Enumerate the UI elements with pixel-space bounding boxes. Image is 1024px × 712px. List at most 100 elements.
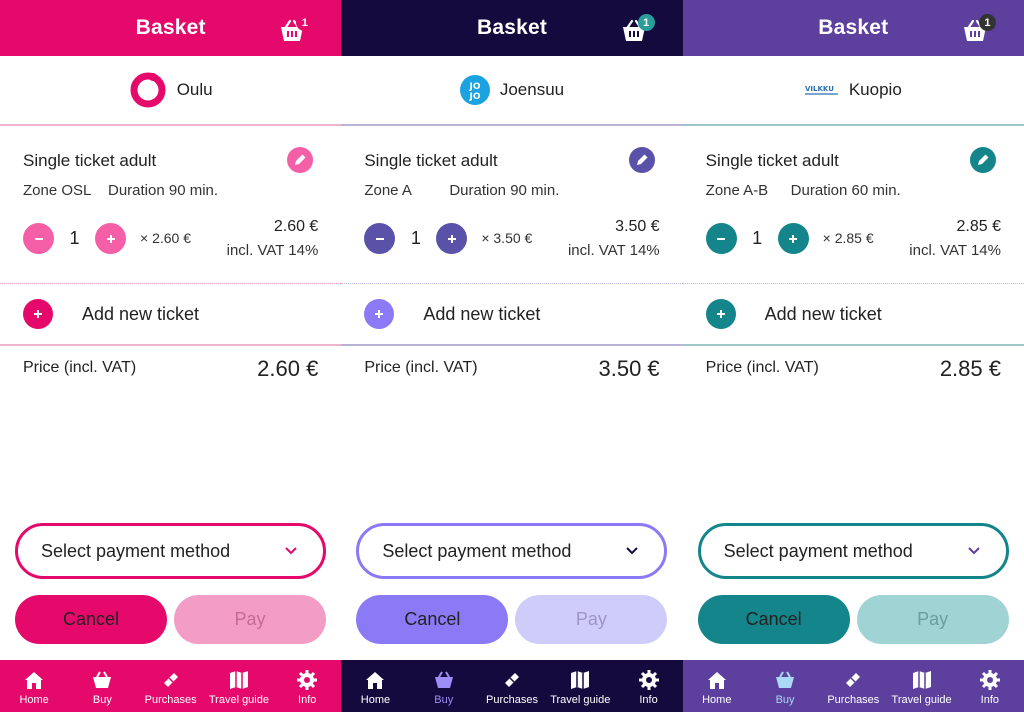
tab-home[interactable]: Home [341, 660, 409, 712]
edit-ticket-button[interactable] [628, 147, 655, 173]
quantity-value: 1 [410, 228, 421, 248]
edit-ticket-button[interactable] [287, 147, 314, 173]
cancel-button[interactable]: Cancel [15, 595, 167, 644]
gear-icon [297, 670, 318, 690]
pay-label: Pay [917, 609, 949, 629]
line-price: 3.50 € [615, 218, 660, 235]
add-ticket-row[interactable]: Add new ticket [341, 284, 683, 346]
gear-icon [638, 670, 659, 690]
total-price: 2.85 € [939, 356, 1001, 381]
price-label: Price (incl. VAT) [23, 359, 137, 376]
quantity-value: 1 [69, 228, 80, 248]
chevron-down-icon [285, 547, 297, 555]
increase-quantity-button[interactable] [436, 223, 468, 254]
ticket-duration: Duration 90 min. [449, 182, 560, 199]
tab-info[interactable]: Info [614, 660, 682, 712]
total-price-row: Price (incl. VAT) 2.60 € [23, 356, 318, 386]
ticket-zone: Zone A-B [705, 182, 769, 199]
plus-icon [789, 234, 798, 243]
decrease-quantity-button[interactable] [364, 223, 396, 254]
basket-button[interactable]: 1 [962, 14, 996, 44]
payment-method-select[interactable]: Select payment method [15, 523, 326, 579]
pay-button[interactable]: Pay [515, 595, 668, 644]
basket-count-badge: 1 [296, 14, 314, 31]
tab-buy[interactable]: Buy [751, 660, 819, 712]
svg-text:VILKKU: VILKKU [805, 85, 834, 93]
increase-quantity-button[interactable] [95, 223, 126, 254]
basket-count-badge: 1 [637, 14, 655, 31]
tab-label: Purchases [144, 694, 197, 706]
decrease-quantity-button[interactable] [705, 223, 737, 254]
basket-button[interactable]: 1 [621, 14, 655, 44]
pay-button[interactable]: Pay [174, 595, 326, 644]
ticket-zone: Zone OSL [23, 182, 92, 199]
map-icon [229, 671, 248, 689]
add-ticket-button[interactable] [23, 299, 53, 329]
basket-button[interactable]: 1 [279, 14, 314, 44]
plus-icon [375, 310, 384, 318]
add-ticket-button[interactable] [705, 299, 736, 329]
tab-travel-guide[interactable]: Travel guide [205, 660, 273, 712]
cancel-button[interactable]: Cancel [697, 595, 850, 644]
total-price: 2.60 € [257, 356, 319, 381]
map-icon [571, 671, 590, 689]
plus-icon [447, 234, 456, 243]
cancel-label: Cancel [745, 609, 802, 629]
increase-quantity-button[interactable] [777, 223, 809, 254]
ticket-icon [504, 673, 519, 687]
ticket-item: Single ticket adult Zone A Duration 90 m… [341, 126, 683, 284]
total-price-row: Price (incl. VAT) 2.85 € [706, 356, 1001, 386]
plus-icon [34, 310, 42, 318]
pay-button[interactable]: Pay [856, 595, 1009, 644]
minus-icon [375, 237, 384, 240]
tab-home[interactable]: Home [683, 660, 751, 712]
tab-travel-guide[interactable]: Travel guide [887, 660, 955, 712]
svg-text:JO: JO [468, 82, 480, 92]
tab-buy[interactable]: Buy [68, 660, 136, 712]
chevron-down-icon [967, 547, 980, 555]
home-icon [366, 672, 385, 689]
add-ticket-button[interactable] [364, 299, 395, 329]
price-label: Price (incl. VAT) [705, 359, 819, 376]
city-name: Joensuu [499, 80, 565, 99]
cancel-button[interactable]: Cancel [356, 595, 509, 644]
tab-info[interactable]: Info [273, 660, 341, 712]
tab-label: Buy [434, 694, 454, 706]
bottom-tab-bar: Home Buy Purchases Travel guide Info [682, 660, 1024, 712]
pay-label: Pay [234, 609, 266, 629]
bottom-tab-bar: Home Buy Purchases Travel guide Info [0, 660, 342, 712]
payment-method-select[interactable]: Select payment method [697, 523, 1009, 579]
line-price: 2.85 € [956, 218, 1001, 235]
tab-info[interactable]: Info [956, 660, 1024, 712]
quantity-value: 1 [752, 228, 763, 248]
payment-method-label: Select payment method [382, 540, 572, 561]
operator-row: JO JO Joensuu [341, 56, 683, 126]
add-ticket-row[interactable]: Add new ticket [0, 284, 342, 346]
tab-travel-guide[interactable]: Travel guide [546, 660, 614, 712]
ticket-name: Single ticket adult [705, 151, 839, 170]
quantity-stepper: 1 [364, 223, 468, 254]
total-price-row: Price (incl. VAT) 3.50 € [364, 356, 659, 386]
tab-label: Info [980, 694, 1000, 706]
city-name: Oulu [176, 80, 213, 99]
payment-method-select[interactable]: Select payment method [356, 523, 668, 579]
tab-purchases[interactable]: Purchases [478, 660, 546, 712]
add-ticket-row[interactable]: Add new ticket [682, 284, 1024, 346]
cancel-label: Cancel [62, 609, 120, 629]
edit-ticket-button[interactable] [969, 147, 996, 173]
basket-panel-oulu: Basket 1 Oulu Single ticket adult Zone O… [0, 0, 342, 712]
tab-label: Travel guide [891, 694, 952, 706]
operator-row: VILKKU Kuopio [682, 56, 1024, 126]
pencil-icon [977, 154, 989, 165]
decrease-quantity-button[interactable] [23, 223, 54, 254]
ticket-duration: Duration 90 min. [108, 182, 219, 199]
basket-panel-joensuu: Basket 1 JO JO Joensuu Single ticket adul… [341, 0, 683, 712]
tab-purchases[interactable]: Purchases [819, 660, 887, 712]
cancel-label: Cancel [404, 609, 461, 629]
tab-home[interactable]: Home [0, 660, 68, 712]
price-label: Price (incl. VAT) [364, 359, 478, 376]
tab-buy[interactable]: Buy [410, 660, 478, 712]
oulu-logo [129, 71, 167, 109]
tab-purchases[interactable]: Purchases [137, 660, 205, 712]
jojo-logo: JO JO [459, 75, 490, 105]
